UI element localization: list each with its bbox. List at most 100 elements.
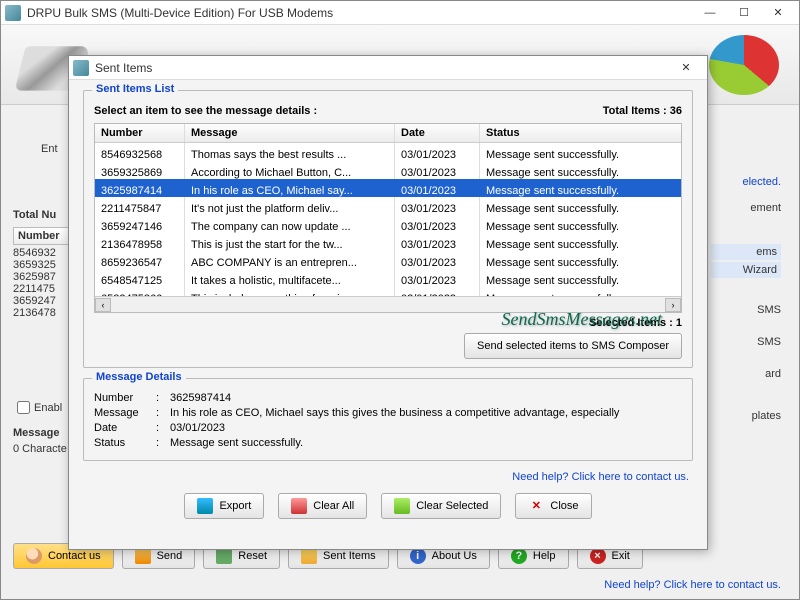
list-item[interactable]: 8546932 — [13, 247, 56, 259]
list-item[interactable]: 3659247 — [13, 295, 56, 307]
col-header-date[interactable]: Date — [395, 124, 480, 142]
cell-message: This is just the start for the tw... — [185, 233, 395, 251]
label-total-numbers: Total Nu — [13, 209, 56, 221]
table-row[interactable]: 6548547125It takes a holistic, multiface… — [95, 269, 681, 287]
list-subheader: Select an item to see the message detail… — [94, 105, 682, 117]
export-button[interactable]: Export — [184, 493, 264, 519]
maximize-button[interactable]: ☐ — [727, 2, 761, 24]
main-title: DRPU Bulk SMS (Multi-Device Edition) For… — [27, 6, 693, 20]
table-row[interactable]: 3659325869According to Michael Button, C… — [95, 161, 681, 179]
list-group-title: Sent Items List — [92, 83, 178, 95]
table-row[interactable]: 8546932568Thomas says the best results .… — [95, 143, 681, 161]
cell-date: 03/01/2023 — [395, 215, 480, 233]
cell-message: Thomas says the best results ... — [185, 143, 395, 161]
cell-date: 03/01/2023 — [395, 269, 480, 287]
number-list: 8546932 3659325 3625987 2211475 3659247 … — [13, 247, 56, 319]
dialog-close-button[interactable]: ✕ — [669, 57, 703, 79]
export-icon — [197, 498, 213, 514]
label-message: Message — [13, 427, 59, 439]
person-icon — [26, 548, 42, 564]
cell-number: 2136478958 — [95, 233, 185, 251]
char-count: 0 Characte — [13, 443, 67, 455]
items-grid[interactable]: Number Message Date Status 8546932568Tho… — [94, 123, 682, 313]
clear-all-button[interactable]: Clear All — [278, 493, 367, 519]
message-details-group: Message Details Number:3625987414 Messag… — [83, 378, 693, 461]
detail-message-row: Message:In his role as CEO, Michael says… — [94, 407, 682, 419]
close-icon: ✕ — [528, 498, 544, 514]
detail-number: 3625987414 — [170, 392, 231, 404]
cell-number: 6548547125 — [95, 269, 185, 287]
cell-status: Message sent successfully. — [480, 233, 681, 251]
grid-rows: 8546932568Thomas says the best results .… — [95, 143, 681, 305]
cell-number: 3625987414 — [95, 179, 185, 197]
cell-status: Message sent successfully. — [480, 251, 681, 269]
dialog-help-link[interactable]: Need help? Click here to contact us. — [87, 471, 689, 483]
send-to-composer-button[interactable]: Send selected items to SMS Composer — [464, 333, 682, 359]
dialog-titlebar: Sent Items ✕ — [69, 56, 707, 80]
cell-number: 8659236547 — [95, 251, 185, 269]
clear-selected-button[interactable]: Clear Selected — [381, 493, 501, 519]
list-item[interactable]: 2136478 — [13, 307, 56, 319]
instruction-text: Select an item to see the message detail… — [94, 105, 317, 117]
cell-number: 8546932568 — [95, 143, 185, 161]
info-icon: i — [410, 548, 426, 564]
close-dialog-button[interactable]: ✕Close — [515, 493, 591, 519]
main-help-link[interactable]: Need help? Click here to contact us. — [604, 579, 781, 591]
grid-header: Number Message Date Status — [95, 124, 681, 143]
sent-items-dialog: Sent Items ✕ Sent Items List Select an i… — [68, 55, 708, 550]
cell-status: Message sent successfully. — [480, 161, 681, 179]
cell-message: It takes a holistic, multifacete... — [185, 269, 395, 287]
dialog-actions: Export Clear All Clear Selected ✕Close — [83, 489, 693, 521]
right-fragments: elected. ement ems Wizard SMS SMS ard pl… — [711, 176, 781, 436]
cell-date: 03/01/2023 — [395, 161, 480, 179]
detail-status-row: Status:Message sent successfully. — [94, 437, 682, 449]
minimize-button[interactable]: — — [693, 2, 727, 24]
table-row[interactable]: 8659236547ABC COMPANY is an entrepren...… — [95, 251, 681, 269]
table-row[interactable]: 2211475847It's not just the platform del… — [95, 197, 681, 215]
dialog-icon — [73, 60, 89, 76]
cell-message: It's not just the platform deliv... — [185, 197, 395, 215]
cell-status: Message sent successfully. — [480, 269, 681, 287]
cell-status: Message sent successfully. — [480, 197, 681, 215]
label-enter: Ent — [41, 143, 58, 155]
detail-date-row: Date:03/01/2023 — [94, 422, 682, 434]
cell-message: The company can now update ... — [185, 215, 395, 233]
detail-status: Message sent successfully. — [170, 437, 303, 449]
detail-date: 03/01/2023 — [170, 422, 225, 434]
list-item[interactable]: 3625987 — [13, 271, 56, 283]
table-row[interactable]: 2136478958This is just the start for the… — [95, 233, 681, 251]
cell-number: 3659325869 — [95, 161, 185, 179]
detail-number-row: Number:3625987414 — [94, 392, 682, 404]
enable-checkbox-input[interactable] — [17, 401, 30, 414]
cell-message: According to Michael Button, C... — [185, 161, 395, 179]
cell-date: 03/01/2023 — [395, 197, 480, 215]
scroll-left-icon[interactable]: ‹ — [95, 298, 111, 312]
watermark-text: SendSmsMessages.net — [502, 309, 662, 330]
cell-date: 03/01/2023 — [395, 179, 480, 197]
cell-message: ABC COMPANY is an entrepren... — [185, 251, 395, 269]
list-item[interactable]: 2211475 — [13, 283, 56, 295]
close-button[interactable]: ✕ — [761, 2, 795, 24]
col-header-number[interactable]: Number — [95, 124, 185, 142]
col-header-message[interactable]: Message — [185, 124, 395, 142]
enable-checkbox[interactable]: Enabl — [17, 401, 62, 414]
cell-status: Message sent successfully. — [480, 215, 681, 233]
table-row[interactable]: 3659247146The company can now update ...… — [95, 215, 681, 233]
total-items-label: Total Items : 36 — [603, 105, 682, 117]
cell-number: 2211475847 — [95, 197, 185, 215]
cell-date: 03/01/2023 — [395, 233, 480, 251]
pie-chart-icon — [709, 35, 779, 95]
details-group-title: Message Details — [92, 371, 186, 383]
cell-status: Message sent successfully. — [480, 143, 681, 161]
table-row[interactable]: 3625987414In his role as CEO, Michael sa… — [95, 179, 681, 197]
list-item[interactable]: 3659325 — [13, 259, 56, 271]
dialog-title: Sent Items — [95, 61, 669, 75]
clear-selected-icon — [394, 498, 410, 514]
cell-number: 3659247146 — [95, 215, 185, 233]
column-header-number[interactable]: Number — [13, 227, 69, 245]
scroll-right-icon[interactable]: › — [665, 298, 681, 312]
col-header-status[interactable]: Status — [480, 124, 681, 142]
dialog-body: Sent Items List Select an item to see th… — [69, 80, 707, 531]
detail-message: In his role as CEO, Michael says this gi… — [170, 407, 619, 419]
refresh-icon — [216, 548, 232, 564]
